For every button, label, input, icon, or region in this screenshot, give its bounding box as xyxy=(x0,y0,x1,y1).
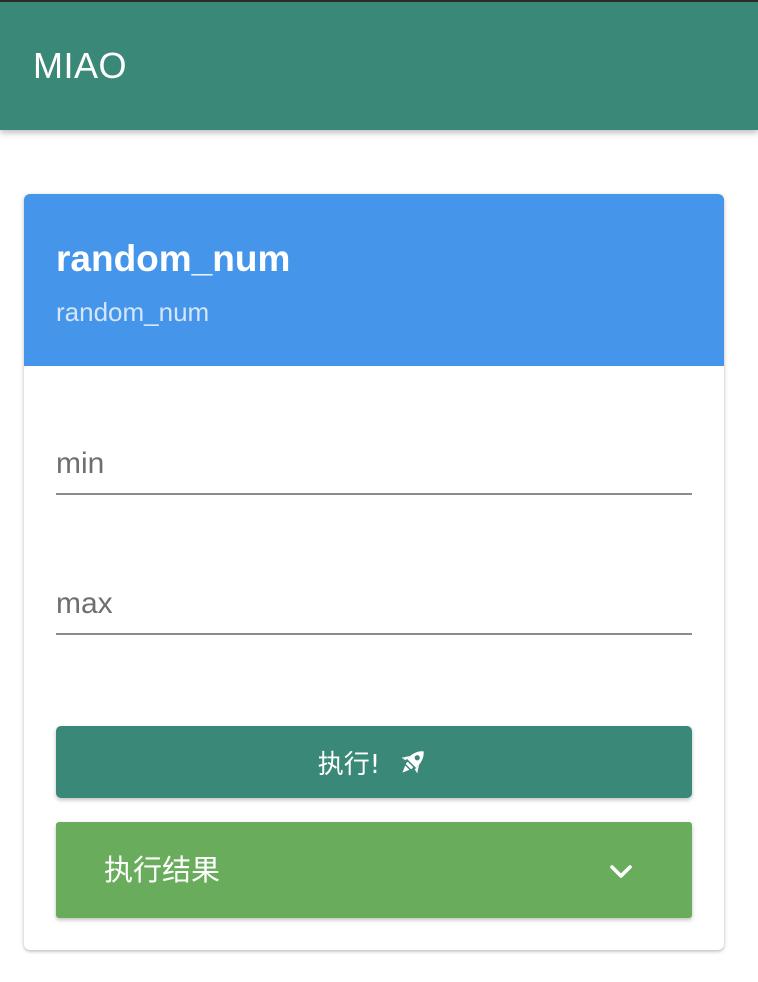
app-title: MIAO xyxy=(33,45,128,86)
card-subtitle: random_num xyxy=(56,297,210,327)
card-title: random_num xyxy=(56,238,291,279)
rocket-icon xyxy=(396,745,430,779)
max-input[interactable] xyxy=(56,575,692,633)
min-field xyxy=(56,435,692,495)
result-panel-header[interactable]: 执行结果 xyxy=(56,822,692,918)
result-title: 执行结果 xyxy=(104,853,221,887)
app-bar: MIAO xyxy=(0,0,758,130)
max-field xyxy=(56,575,692,635)
min-input[interactable] xyxy=(56,435,692,493)
chevron-down-icon xyxy=(606,856,636,886)
function-card: random_num random_num 执行! 执行结果 xyxy=(24,194,724,950)
card-header: random_num random_num xyxy=(24,194,724,366)
run-button[interactable]: 执行! xyxy=(56,726,692,798)
run-button-label: 执行! xyxy=(317,749,381,780)
